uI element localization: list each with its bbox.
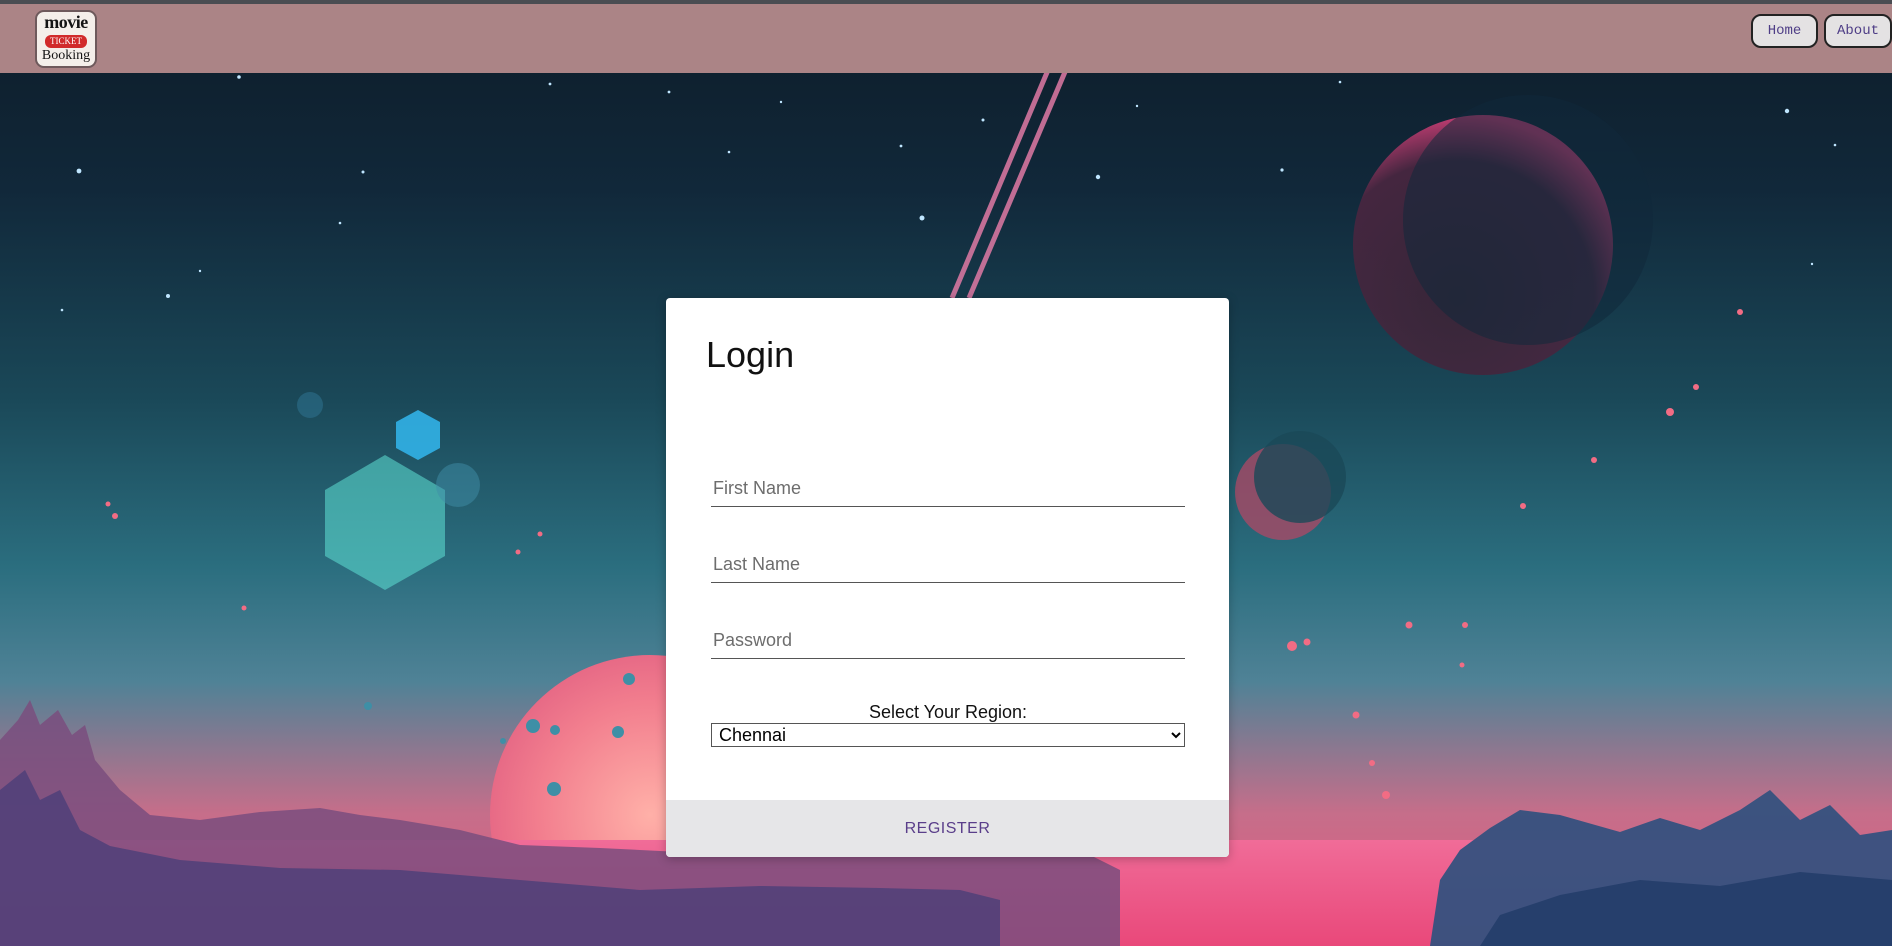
- region-label: Select Your Region:: [868, 702, 1028, 722]
- login-title: Login: [706, 334, 795, 375]
- logo-text-movie: movie: [44, 12, 88, 32]
- first-name-field[interactable]: [711, 471, 1185, 507]
- home-button[interactable]: Home: [1751, 14, 1818, 48]
- top-navigation-bar: movie TICKET Booking Home About: [0, 0, 1892, 73]
- logo-text-booking: Booking: [41, 48, 91, 63]
- movie-ticket-booking-logo[interactable]: movie TICKET Booking: [35, 10, 97, 68]
- password-field[interactable]: [711, 623, 1185, 659]
- last-name-field[interactable]: [711, 547, 1185, 583]
- register-button[interactable]: REGISTER: [899, 819, 997, 839]
- login-card: Login Select Your Region: Chennai REGIST…: [666, 298, 1229, 857]
- logo-ticket-badge: TICKET: [45, 35, 87, 48]
- region-select[interactable]: Chennai: [711, 723, 1185, 747]
- about-button[interactable]: About: [1824, 14, 1892, 48]
- card-footer: REGISTER: [666, 800, 1229, 857]
